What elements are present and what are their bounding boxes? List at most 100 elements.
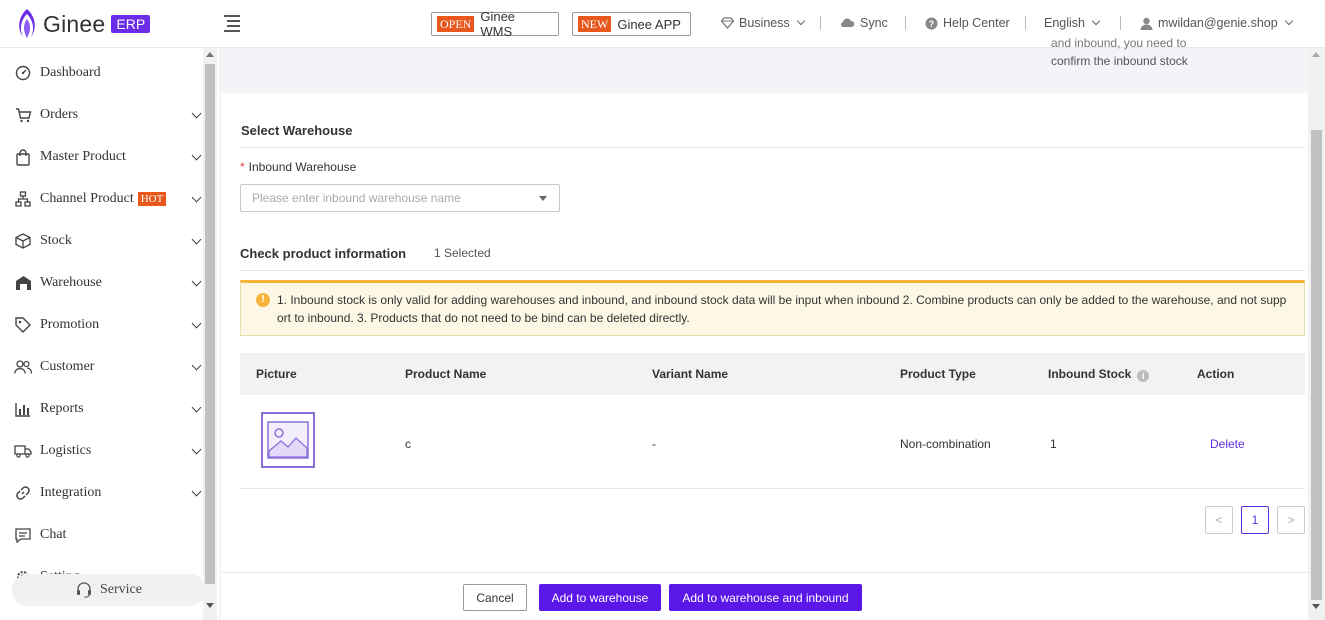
chat-icon — [14, 526, 32, 544]
link-icon — [14, 484, 32, 502]
ginee-app-label: Ginee APP — [617, 16, 681, 32]
sidebar-item-orders[interactable]: Orders — [0, 94, 205, 136]
variant-name-cell: - — [652, 437, 656, 451]
sidebar-item-promotion[interactable]: Promotion — [0, 304, 205, 346]
delete-link[interactable]: Delete — [1210, 437, 1245, 451]
business-menu[interactable]: Business — [721, 16, 805, 30]
table-row: c - Non-combination 1 Delete — [240, 395, 1305, 489]
sidebar-item-label: Stock — [40, 233, 72, 248]
select-warehouse-title: Select Warehouse — [241, 123, 353, 138]
dashboard-icon — [14, 64, 32, 82]
header-divider — [820, 16, 821, 30]
header-divider — [905, 16, 906, 30]
section-divider — [240, 147, 1305, 148]
sidebar-item-label: Reports — [40, 401, 84, 416]
main-scrollbar[interactable] — [1308, 48, 1325, 620]
help-icon: ? — [925, 17, 938, 29]
sync-button[interactable]: Sync — [840, 16, 888, 30]
business-label: Business — [739, 16, 790, 30]
add-to-warehouse-and-inbound-button[interactable]: Add to warehouse and inbound — [669, 584, 862, 611]
language-select[interactable]: English — [1044, 16, 1101, 30]
chevron-down-icon — [1091, 16, 1101, 26]
column-header: Inbound Stock — [1048, 367, 1132, 381]
ginee-app-button[interactable]: NEW Ginee APP — [572, 12, 691, 36]
inbound-warehouse-select[interactable]: Please enter inbound warehouse name — [240, 184, 560, 212]
column-header: Picture — [256, 367, 297, 381]
image-placeholder-icon — [267, 421, 309, 459]
sidebar-item-chat[interactable]: Chat — [0, 514, 205, 556]
chevron-down-icon — [191, 234, 202, 245]
sidebar-item-logistics[interactable]: Logistics — [0, 430, 205, 472]
prev-page-button[interactable]: < — [1205, 506, 1233, 534]
inbound-stock-header: Inbound Stock i — [1048, 367, 1150, 382]
scroll-up-arrow-icon[interactable] — [1312, 52, 1320, 57]
header-divider — [1120, 16, 1121, 30]
chevron-down-icon — [191, 360, 202, 371]
product-info-title: Check product information — [240, 246, 407, 261]
caret-down-icon — [539, 196, 547, 201]
sidebar-item-customer[interactable]: Customer — [0, 346, 205, 388]
language-label: English — [1044, 16, 1085, 30]
scroll-down-arrow-icon[interactable] — [206, 603, 214, 608]
add-to-warehouse-button[interactable]: Add to warehouse — [539, 584, 661, 611]
menu-toggle-icon[interactable] — [224, 15, 240, 32]
user-icon — [1140, 17, 1153, 30]
bar-chart-icon — [14, 400, 32, 418]
section-divider — [240, 270, 1305, 271]
users-icon — [14, 358, 32, 376]
cancel-button[interactable]: Cancel — [463, 584, 527, 611]
sidebar-item-integration[interactable]: Integration — [0, 472, 205, 514]
truck-icon — [14, 442, 32, 460]
product-image-placeholder — [261, 412, 315, 468]
selected-count: 1 Selected — [434, 246, 491, 260]
sidebar-item-dashboard[interactable]: Dashboard — [0, 52, 205, 94]
ginee-wms-button[interactable]: OPEN Ginee WMS — [431, 9, 559, 39]
sidebar-item-label: Logistics — [40, 443, 92, 458]
help-center-link[interactable]: ? Help Center — [925, 16, 1010, 30]
scroll-down-arrow-icon[interactable] — [1312, 604, 1320, 609]
warning-icon: ! — [256, 293, 270, 307]
sidebar-item-label: Chat — [40, 527, 67, 542]
inbound-warehouse-label: * Inbound Warehouse — [240, 160, 356, 174]
sidebar-item-warehouse[interactable]: Warehouse — [0, 262, 205, 304]
sidebar-item-stock[interactable]: Stock — [0, 220, 205, 262]
sidebar-item-label: Channel Product — [40, 191, 134, 206]
hot-badge: HOT — [137, 192, 167, 206]
sidebar-item-channel-product[interactable]: Channel Product HOT — [0, 178, 205, 220]
tag-icon — [14, 316, 32, 334]
chevron-down-icon — [1284, 16, 1293, 26]
info-icon[interactable]: i — [1137, 370, 1150, 382]
product-name-cell: c — [405, 437, 411, 451]
open-tag: OPEN — [437, 16, 475, 32]
sidebar-item-reports[interactable]: Reports — [0, 388, 205, 430]
next-page-button[interactable]: > — [1277, 506, 1305, 534]
table-header: Picture Product Name Variant Name Produc… — [240, 353, 1305, 395]
sidebar-item-label: Warehouse — [40, 275, 102, 290]
sitemap-icon — [14, 190, 32, 208]
chevron-down-icon — [191, 444, 202, 455]
inbound-stock-cell[interactable]: 1 — [1050, 437, 1057, 451]
cloud-sync-icon — [840, 18, 855, 28]
column-header: Action — [1197, 367, 1235, 381]
sidebar-item-master-product[interactable]: Master Product — [0, 136, 205, 178]
sidebar-item-label: Customer — [40, 359, 95, 374]
alert-text: ort to inbound. 3. Products that do not … — [277, 311, 690, 325]
headset-icon — [77, 582, 91, 598]
chevron-down-icon — [191, 108, 202, 119]
chevron-down-icon — [191, 150, 202, 161]
service-label: Service — [100, 582, 142, 597]
main-content: Select Warehouse * Inbound Warehouse Plea… — [221, 93, 1308, 572]
scroll-up-arrow-icon[interactable] — [206, 52, 214, 57]
sidebar-scrollbar[interactable] — [203, 48, 217, 620]
logo-text: Ginee — [43, 10, 106, 37]
page-1-button[interactable]: 1 — [1241, 506, 1269, 534]
sidebar-scroll-thumb[interactable] — [205, 64, 215, 584]
inbound-note-line: and inbound, you need to — [1051, 38, 1187, 50]
chevron-down-icon — [191, 402, 202, 413]
main-scroll-thumb[interactable] — [1311, 130, 1322, 600]
ginee-logo-icon — [19, 9, 35, 38]
ginee-logo[interactable]: Ginee ERP — [14, 6, 151, 42]
column-header: Product Name — [405, 367, 487, 381]
user-menu[interactable]: mwildan@genie.shop — [1140, 16, 1293, 30]
service-button[interactable]: Service — [12, 574, 206, 606]
